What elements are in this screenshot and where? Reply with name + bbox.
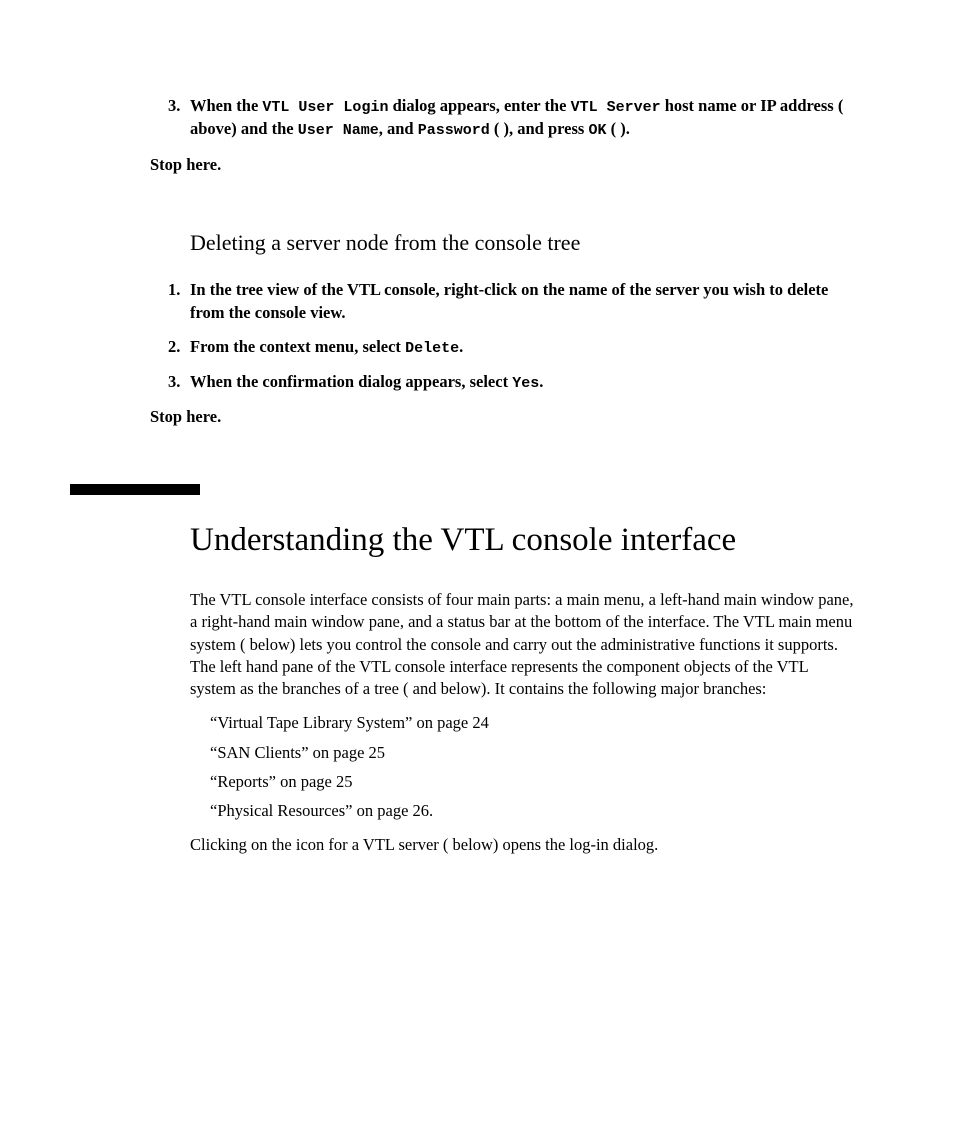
delete-step-1: 1. In the tree view of the VTL console, … — [150, 279, 854, 324]
reference-item: “Physical Resources” on page 26. — [210, 800, 854, 822]
reference-item: “SAN Clients” on page 25 — [210, 742, 854, 764]
mono-text: Password — [418, 122, 490, 139]
step-body: When the VTL User Login dialog appears, … — [190, 95, 854, 142]
mono-text: Delete — [405, 340, 459, 357]
text: When the — [190, 96, 262, 115]
mono-text: VTL Server — [571, 99, 661, 116]
step-body: In the tree view of the VTL console, rig… — [190, 279, 854, 324]
body-paragraph: The VTL console interface consists of fo… — [190, 589, 854, 700]
delete-step-2: 2. From the context menu, select Delete. — [150, 336, 854, 359]
text: . — [459, 337, 463, 356]
text: From the context menu, select — [190, 337, 405, 356]
text: dialog appears, enter the — [388, 96, 570, 115]
step-body: From the context menu, select Delete. — [190, 336, 854, 359]
mono-text: OK — [588, 122, 606, 139]
reference-item: “Reports” on page 25 — [210, 771, 854, 793]
subheading: Deleting a server node from the console … — [190, 228, 854, 258]
section-divider — [70, 484, 200, 495]
reference-item: “Virtual Tape Library System” on page 24 — [210, 712, 854, 734]
step-3: 3. When the VTL User Login dialog appear… — [150, 95, 854, 142]
section-heading: Understanding the VTL console interface — [190, 520, 854, 561]
delete-step-3: 3. When the confirmation dialog appears,… — [150, 371, 854, 394]
text: , and — [379, 119, 418, 138]
step-body: When the confirmation dialog appears, se… — [190, 371, 854, 394]
stop-here: Stop here. — [150, 154, 854, 176]
mono-text: Yes — [512, 375, 539, 392]
page-content: 3. When the VTL User Login dialog appear… — [0, 0, 954, 929]
stop-here: Stop here. — [150, 406, 854, 428]
step-number: 1. — [168, 279, 186, 324]
text: ( ), and press — [490, 119, 589, 138]
text: When the confirmation dialog appears, se… — [190, 372, 512, 391]
text: ( ). — [606, 119, 629, 138]
body-paragraph: Clicking on the icon for a VTL server ( … — [190, 834, 854, 856]
mono-text: User Name — [298, 122, 379, 139]
step-number: 3. — [168, 371, 186, 394]
text: . — [539, 372, 543, 391]
reference-list: “Virtual Tape Library System” on page 24… — [210, 712, 854, 822]
step-number: 2. — [168, 336, 186, 359]
mono-text: VTL User Login — [262, 99, 388, 116]
step-number: 3. — [168, 95, 186, 142]
